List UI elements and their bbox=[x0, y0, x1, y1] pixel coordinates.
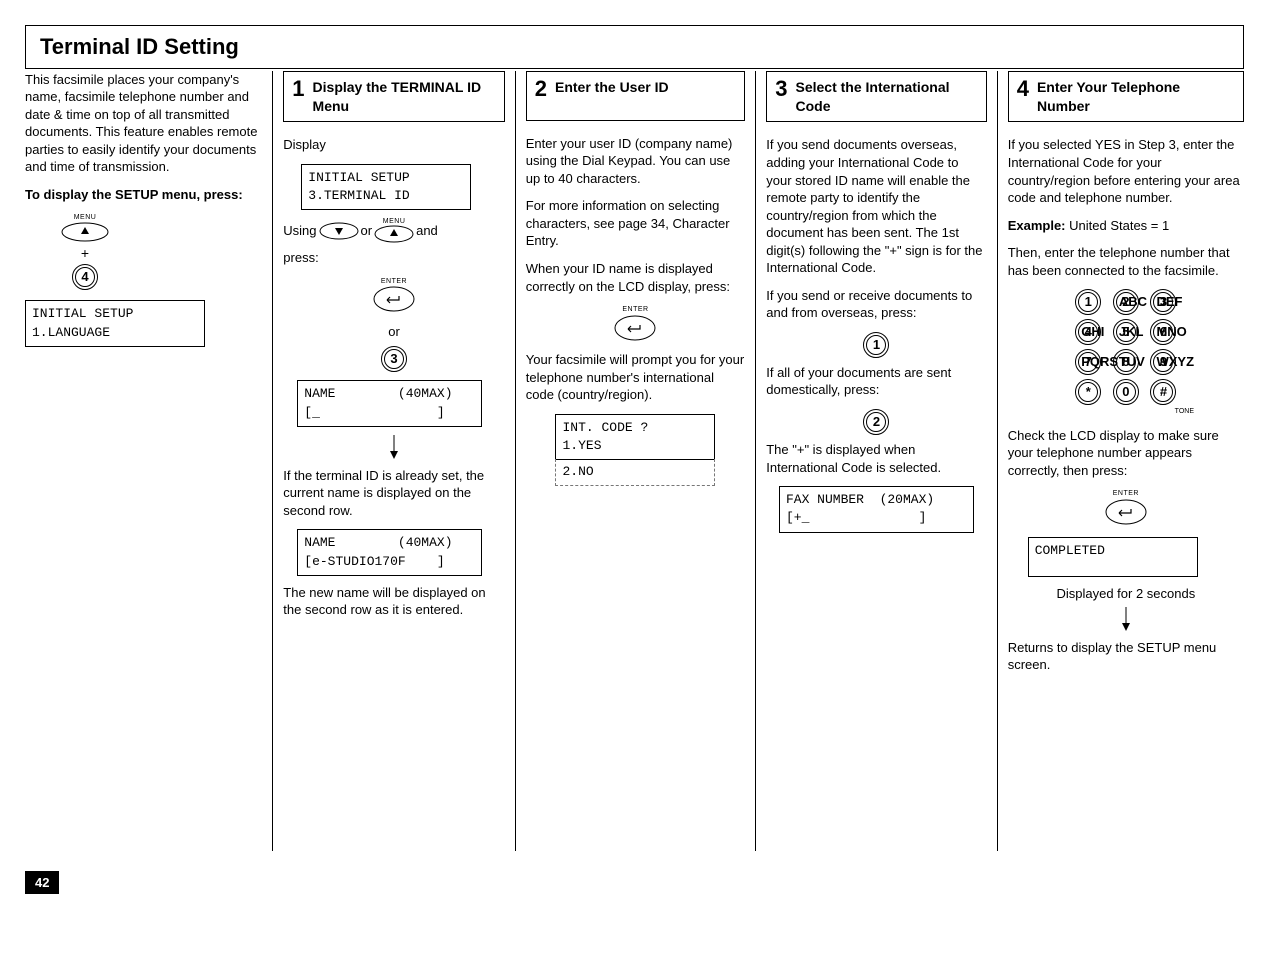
enter-button-icon-2: ENTER bbox=[614, 305, 656, 345]
keypad-hash: # bbox=[1150, 379, 1176, 405]
title-bar: Terminal ID Setting bbox=[25, 25, 1244, 69]
step1-column: 1 Display the TERMINAL ID Menu Display I… bbox=[272, 71, 514, 851]
keypad-7b: 7PQRS bbox=[1075, 349, 1101, 375]
step3-title: Select the International Code bbox=[795, 78, 977, 116]
step4-column: 4 Enter Your Telephone Number If you sel… bbox=[997, 71, 1244, 851]
keypad-3b: 3DEF bbox=[1150, 289, 1176, 315]
step2-p4: Your facsimile will prompt you for your … bbox=[526, 351, 745, 404]
step3-p1: If you send documents overseas, adding y… bbox=[766, 136, 986, 276]
step1-number: 1 bbox=[292, 78, 304, 100]
keypad-5b: 5JKL bbox=[1113, 319, 1139, 345]
keypad-8b: 8TUV bbox=[1113, 349, 1139, 375]
step4-p2: Then, enter the telephone number that ha… bbox=[1008, 244, 1244, 279]
step1-note1: If the terminal ID is already set, the c… bbox=[283, 467, 504, 520]
displayed-2s: Displayed for 2 seconds bbox=[1008, 585, 1244, 603]
step3-p2: If you send or receive documents to and … bbox=[766, 287, 986, 322]
page-title: Terminal ID Setting bbox=[40, 34, 239, 59]
enter-button-icon: ENTER bbox=[373, 277, 415, 317]
lcd-completed: COMPLETED bbox=[1028, 537, 1198, 577]
step2-p2: For more information on selecting charac… bbox=[526, 197, 745, 250]
keypad-2: 2 bbox=[863, 409, 889, 435]
keypad-9b: 9WXYZ bbox=[1150, 349, 1176, 375]
down-arrow-icon bbox=[319, 222, 359, 240]
example-line: Example: United States = 1 bbox=[1008, 217, 1244, 235]
lcd-name-filled: NAME (40MAX) [e-STUDIO170F ] bbox=[297, 529, 482, 575]
or-label: or bbox=[283, 323, 504, 341]
enter-button-icon-3: ENTER bbox=[1105, 489, 1147, 529]
intro-text: This facsimile places your company's nam… bbox=[25, 71, 262, 176]
up-arrow-icon-small bbox=[374, 225, 414, 243]
keypad-2b: 2ABC bbox=[1113, 289, 1139, 315]
intro-column: This facsimile places your company's nam… bbox=[25, 71, 272, 851]
step4-p1: If you selected YES in Step 3, enter the… bbox=[1008, 136, 1244, 206]
lcd-name-blank: NAME (40MAX) [_ ] bbox=[297, 380, 482, 426]
keypad-4b: 4GHI bbox=[1075, 319, 1101, 345]
step2-column: 2 Enter the User ID Enter your user ID (… bbox=[515, 71, 755, 851]
keypad-1b: 1 bbox=[1075, 289, 1101, 315]
keypad-1: 1 bbox=[863, 332, 889, 358]
step2-p3: When your ID name is displayed correctly… bbox=[526, 260, 745, 295]
plus-symbol: + bbox=[81, 244, 89, 263]
keypad-6b: 6MNO bbox=[1150, 319, 1176, 345]
step3-head: 3 Select the International Code bbox=[766, 71, 986, 123]
using-line: Using or MENU and bbox=[283, 218, 504, 243]
display-label: Display bbox=[283, 136, 504, 154]
lcd-fax-number: FAX NUMBER (20MAX) [+_ ] bbox=[779, 486, 974, 532]
up-arrow-icon bbox=[61, 222, 109, 242]
press-label: press: bbox=[283, 249, 504, 267]
step2-number: 2 bbox=[535, 78, 547, 100]
menu-label: MENU bbox=[74, 214, 97, 221]
lcd-int-code-ext: 2.NO bbox=[555, 459, 715, 486]
step2-title: Enter the User ID bbox=[555, 78, 669, 97]
tone-label: TONE bbox=[1008, 407, 1244, 416]
lcd-initial-setup-lang: INITIAL SETUP 1.LANGUAGE bbox=[25, 300, 205, 346]
keypad-3: 3 bbox=[381, 346, 407, 372]
step4-head: 4 Enter Your Telephone Number bbox=[1008, 71, 1244, 123]
arrow-down-icon bbox=[283, 435, 504, 463]
lcd-terminal-id: INITIAL SETUP 3.TERMINAL ID bbox=[301, 164, 471, 210]
intro-setup-prompt: To display the SETUP menu, press: bbox=[25, 186, 262, 204]
lcd-int-code: INT. CODE ? 1.YES bbox=[555, 414, 715, 460]
step1-title: Display the TERMINAL ID Menu bbox=[313, 78, 496, 116]
menu-label-small: MENU bbox=[383, 218, 406, 225]
arrow-down-icon-2 bbox=[1008, 607, 1244, 635]
step1-note2: The new name will be displayed on the se… bbox=[283, 584, 504, 619]
step4-number: 4 bbox=[1017, 78, 1029, 100]
keypad-0: 0 bbox=[1113, 379, 1139, 405]
page-number: 42 bbox=[25, 871, 59, 895]
step4-p3: Check the LCD display to make sure your … bbox=[1008, 427, 1244, 480]
step1-head: 1 Display the TERMINAL ID Menu bbox=[283, 71, 504, 123]
step3-column: 3 Select the International Code If you s… bbox=[755, 71, 996, 851]
keypad-4: 4 bbox=[72, 264, 98, 290]
content-columns: This facsimile places your company's nam… bbox=[25, 71, 1244, 851]
step3-number: 3 bbox=[775, 78, 787, 100]
step3-p4: The "+" is displayed when International … bbox=[766, 441, 986, 476]
step2-head: 2 Enter the User ID bbox=[526, 71, 745, 121]
keypad-star: * bbox=[1075, 379, 1101, 405]
dial-keypad: 1 2ABC 3DEF 4GHI 5JKL 6MNO 7PQRS 8TUV 9W… bbox=[1008, 289, 1244, 416]
step4-return: Returns to display the SETUP menu screen… bbox=[1008, 639, 1244, 674]
step3-p3: If all of your documents are sent domest… bbox=[766, 364, 986, 399]
step2-p1: Enter your user ID (company name) using … bbox=[526, 135, 745, 188]
step4-title: Enter Your Telephone Number bbox=[1037, 78, 1235, 116]
